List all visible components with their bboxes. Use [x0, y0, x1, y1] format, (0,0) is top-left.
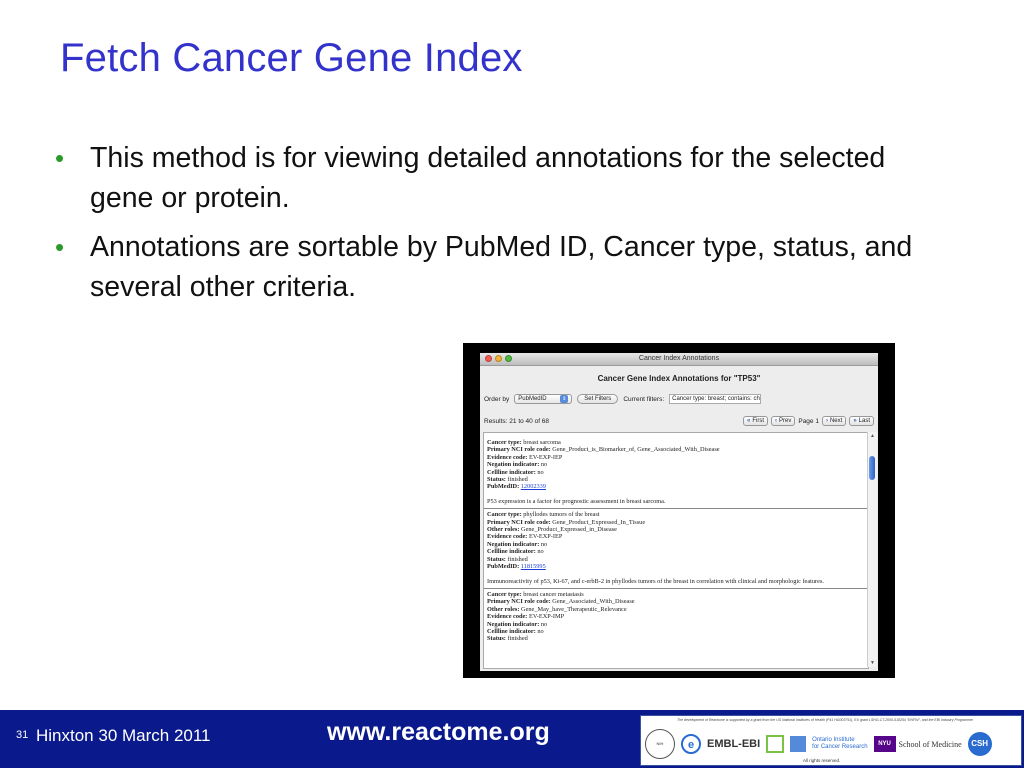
annotation-entry: Cancer type: breast cancer metastasis Pr…: [484, 589, 868, 646]
bullet-text: This method is for viewing detailed anno…: [90, 142, 886, 214]
prev-page-button[interactable]: ‹ Prev: [771, 416, 796, 426]
logo-row: NIH e EMBL-EBI Ontario Institute for Can…: [645, 729, 992, 759]
annotation-field: Cancer type: phyllodes tumors of the bre…: [487, 511, 600, 519]
annotation-field: Cancer type: breast cancer metastasis: [487, 590, 584, 598]
window-controls: [485, 355, 512, 362]
annotation-field: Primary NCI role code: Gene_Associated_W…: [487, 598, 635, 606]
website-url: www.reactome.org: [327, 718, 550, 746]
close-window-icon[interactable]: [485, 355, 492, 362]
bullet-item: • Annotations are sortable by PubMed ID,…: [55, 227, 935, 307]
pager-controls: «First ‹ Prev Page 1 › Next » Last: [743, 416, 874, 426]
rights-note: All rights reserved.: [803, 758, 841, 763]
pubmed-link[interactable]: 11815995: [521, 563, 546, 570]
app-screenshot: Cancer Index Annotations Cancer Gene Ind…: [463, 343, 895, 678]
nyu-text: School of Medicine: [898, 739, 962, 749]
window-title: Cancer Index Annotations: [638, 355, 720, 362]
annotation-field: Cellline indicator: no: [487, 468, 544, 476]
annotation-field: Status: finished: [487, 555, 528, 563]
pubmed-field: PubMedID: 11815995: [487, 563, 546, 571]
annotation-field: Other roles: Gene_May_have_Therapeutic_R…: [487, 605, 627, 613]
oicr-logo: Ontario Institute for Cancer Research: [812, 737, 867, 751]
order-by-label: Order by: [484, 395, 510, 403]
double-right-arrow-icon: »: [853, 418, 857, 424]
right-arrow-icon: ›: [825, 418, 828, 424]
minimize-window-icon[interactable]: [495, 355, 502, 362]
scroll-down-icon[interactable]: ▼: [869, 660, 876, 666]
prev-label: Prev: [779, 418, 792, 424]
order-by-value: PubMedID: [518, 396, 547, 402]
page-number: 31: [16, 729, 29, 741]
annotation-field: Cancer type: breast sarcoma: [487, 439, 561, 446]
oicr-line1: Ontario Institute: [812, 737, 855, 743]
first-label: First: [752, 418, 765, 424]
annotation-field: Negation indicator: no: [487, 461, 548, 469]
next-label: Next: [829, 418, 843, 424]
annotation-field: Evidence code: EV-EXP-IMP: [487, 613, 565, 621]
set-filters-button[interactable]: Set Filters: [577, 394, 619, 404]
bullet-text: Annotations are sortable by PubMed ID, C…: [90, 231, 913, 303]
oicr-line2: for Cancer Research: [812, 744, 868, 750]
current-filters-label: Current filters:: [623, 395, 665, 403]
scroll-up-icon[interactable]: ▲: [869, 433, 876, 439]
annotation-summary: P53 expression is a factor for prognosti…: [487, 497, 666, 505]
annotation-field: Evidence code: EV-EXP-IEP: [487, 533, 563, 541]
nyu-logo: NYU School of Medicine: [873, 736, 962, 752]
zoom-window-icon[interactable]: [505, 355, 512, 362]
pubmed-field: PubMedID: 12002339: [487, 483, 546, 491]
bullet-list: • This method is for viewing detailed an…: [55, 138, 935, 316]
slide-footer: 31 Hinxton 30 March 2011 www.reactome.or…: [0, 710, 1024, 768]
venue-date: Hinxton 30 March 2011: [36, 726, 211, 745]
next-page-button[interactable]: › Next: [821, 416, 847, 426]
csh-logo: CSH: [967, 732, 992, 756]
pubmed-link[interactable]: 12002339: [521, 483, 546, 490]
oicr-mark-icon: [790, 736, 807, 752]
bullet-dot-icon: •: [55, 143, 65, 173]
bullet-dot-icon: •: [55, 232, 65, 262]
current-filters-field[interactable]: Cancer type: breast; contains: checked: [669, 394, 762, 404]
results-count: Results: 21 to 40 of 68: [484, 417, 550, 425]
annotation-field: Evidence code: EV-EXP-IEP: [487, 453, 563, 461]
embl-ebi-logo: EMBL-EBI: [707, 738, 761, 750]
page-indicator: Page 1: [798, 417, 819, 425]
annotation-field: Negation indicator: no: [487, 620, 548, 628]
sponsor-logos: The development of Reactome is supported…: [640, 715, 1022, 766]
filter-toolbar: Order by PubMedID ⇕ Set Filters Current …: [480, 392, 878, 406]
annotations-window: Cancer Index Annotations Cancer Gene Ind…: [480, 353, 878, 671]
window-titlebar[interactable]: Cancer Index Annotations: [480, 353, 878, 366]
order-by-select[interactable]: PubMedID ⇕: [514, 394, 573, 404]
last-label: Last: [858, 418, 870, 424]
vertical-scrollbar[interactable]: ▲ ▼: [867, 432, 877, 667]
annotations-heading: Cancer Gene Index Annotations for "TP53": [597, 374, 761, 383]
annotation-field: Primary NCI role code: Gene_Product_is_B…: [487, 446, 720, 454]
double-left-arrow-icon: «: [747, 418, 751, 424]
select-arrows-icon: ⇕: [560, 395, 569, 403]
annotations-list[interactable]: Cancer type: breast sarcoma Primary NCI …: [483, 432, 869, 669]
annotation-field: Primary NCI role code: Gene_Product_Expr…: [487, 518, 646, 526]
left-arrow-icon: ‹: [775, 418, 778, 424]
annotation-field: Other roles: Gene_Product_Expressed_in_D…: [487, 526, 617, 534]
annotation-entry: Cancer type: breast sarcoma Primary NCI …: [484, 433, 868, 510]
nyu-badge: NYU: [873, 736, 896, 752]
ebi-mark-icon: [766, 735, 785, 753]
e-logo: e: [681, 734, 701, 754]
nih-seal-logo: NIH: [645, 729, 675, 759]
annotation-field: Cellline indicator: no: [487, 627, 544, 635]
funding-note: The development of Reactome is supported…: [677, 718, 974, 722]
bullet-item: • This method is for viewing detailed an…: [55, 138, 935, 218]
annotation-field: Negation indicator: no: [487, 540, 548, 548]
annotation-field: Status: finished: [487, 635, 528, 643]
annotation-summary: Immunoreactivity of p53, Ki-67, and c-er…: [487, 577, 824, 585]
annotation-entry: Cancer type: phyllodes tumors of the bre…: [484, 509, 868, 589]
first-page-button[interactable]: «First: [743, 416, 769, 426]
scroll-thumb[interactable]: [869, 456, 875, 480]
results-pager: Results: 21 to 40 of 68 «First ‹ Prev Pag…: [480, 414, 878, 428]
annotation-field: Cellline indicator: no: [487, 548, 544, 556]
last-page-button[interactable]: » Last: [849, 416, 874, 426]
slide-title: Fetch Cancer Gene Index: [60, 36, 523, 80]
annotation-field: Status: finished: [487, 476, 528, 484]
